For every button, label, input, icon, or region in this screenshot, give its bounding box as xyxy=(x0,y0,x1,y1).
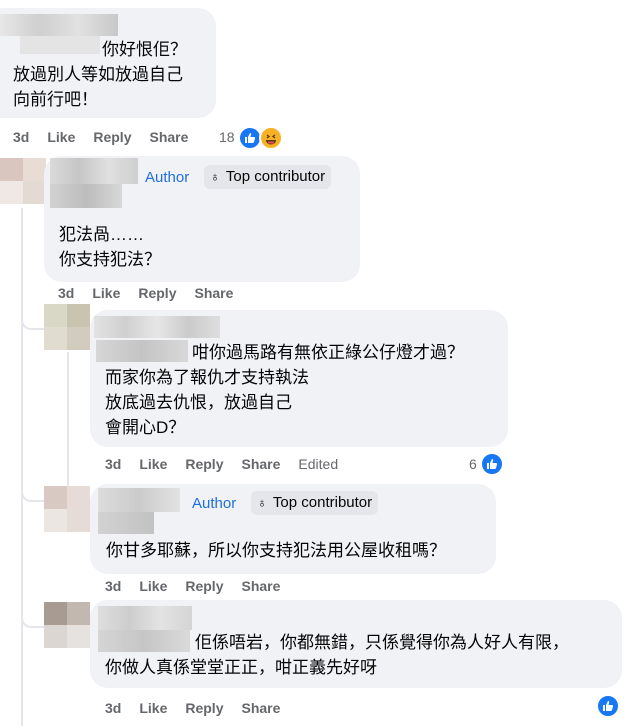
haha-icon[interactable] xyxy=(259,126,283,150)
timestamp[interactable]: 3d xyxy=(58,285,74,301)
reply-button[interactable]: Reply xyxy=(185,700,223,716)
comment-text-line: 犯法咼…… xyxy=(59,225,144,244)
share-button[interactable]: Share xyxy=(241,700,280,716)
redacted-name xyxy=(98,512,154,534)
thread-connector xyxy=(21,298,45,330)
badge-label: Top contributor xyxy=(272,494,373,511)
comment-text-line: 你好恨佢？ xyxy=(102,40,187,59)
like-button[interactable]: Like xyxy=(139,700,167,716)
redacted-name xyxy=(20,36,100,54)
like-icon[interactable] xyxy=(596,694,620,718)
redacted-name xyxy=(98,630,190,652)
comment-actions: 3d Like Reply Share xyxy=(105,578,298,594)
redacted-name xyxy=(50,158,138,184)
award-icon: ♁ xyxy=(257,495,267,510)
reply-button[interactable]: Reply xyxy=(185,578,223,594)
comment-text-line: 咁你過馬路有無依正綠公仔燈才過？ xyxy=(192,343,464,362)
comment-actions: 3d Like Reply Share xyxy=(58,285,251,301)
comment-text-line: 而家你為了報仇才支持執法 xyxy=(105,368,309,387)
reply-button[interactable]: Reply xyxy=(138,285,176,301)
redacted-name xyxy=(96,340,188,362)
share-button[interactable]: Share xyxy=(149,129,188,145)
redacted-name xyxy=(94,316,220,338)
edited-label: Edited xyxy=(298,456,339,472)
like-button[interactable]: Like xyxy=(92,285,120,301)
comment-actions: 3d Like Reply Share Edited xyxy=(105,456,356,472)
comment-actions: 3d Like Reply Share xyxy=(13,129,206,145)
thread-line xyxy=(67,352,69,480)
avatar[interactable] xyxy=(44,486,90,532)
avatar[interactable] xyxy=(44,304,90,350)
like-button[interactable]: Like xyxy=(139,456,167,472)
comment-text-line: 放底過去仇恨，放過自己 xyxy=(105,393,292,412)
badge-label: Top contributor xyxy=(225,168,326,185)
like-icon[interactable] xyxy=(480,452,504,476)
timestamp[interactable]: 3d xyxy=(105,456,121,472)
author-label: Author xyxy=(192,495,237,512)
share-button[interactable]: Share xyxy=(241,456,280,472)
redacted-name xyxy=(98,488,180,512)
thread-line xyxy=(21,208,23,726)
redacted-name xyxy=(98,606,192,630)
author-label: Author xyxy=(145,169,190,186)
comment-text-line: 你做人真係堂堂正正，咁正義先好呀 xyxy=(105,658,377,677)
comment-text-line: 你甘多耶蘇，所以你支持犯法用公屋收租嗎？ xyxy=(106,541,446,560)
comment-actions: 3d Like Reply Share xyxy=(105,700,298,716)
thread-connector xyxy=(21,470,45,502)
share-button[interactable]: Share xyxy=(194,285,233,301)
top-contributor-badge[interactable]: ♁ Top contributor xyxy=(204,165,332,189)
like-button[interactable]: Like xyxy=(47,129,75,145)
reply-button[interactable]: Reply xyxy=(185,456,223,472)
share-button[interactable]: Share xyxy=(241,578,280,594)
comment-text-line: 你支持犯法？ xyxy=(59,250,161,269)
comment-text-line: 佢係唔岩，你都無錯，只係覺得你為人好人有限， xyxy=(195,633,569,652)
top-contributor-badge[interactable]: ♁ Top contributor xyxy=(251,491,379,515)
comment-text-line: 會開心D？ xyxy=(105,418,186,437)
timestamp[interactable]: 3d xyxy=(105,578,121,594)
timestamp[interactable]: 3d xyxy=(13,129,29,145)
redacted-name xyxy=(0,14,118,36)
reaction-count[interactable]: 6 xyxy=(469,456,477,472)
avatar[interactable] xyxy=(0,158,46,204)
reply-button[interactable]: Reply xyxy=(93,129,131,145)
comment-text-line: 放過別人等如放過自己 xyxy=(13,65,183,84)
comment-text-line: 向前行吧！ xyxy=(13,90,98,109)
timestamp[interactable]: 3d xyxy=(105,700,121,716)
avatar[interactable] xyxy=(44,602,90,648)
thread-connector xyxy=(21,596,45,628)
award-icon: ♁ xyxy=(210,169,220,184)
redacted-name xyxy=(50,184,122,208)
reaction-count[interactable]: 18 xyxy=(219,129,235,145)
like-button[interactable]: Like xyxy=(139,578,167,594)
